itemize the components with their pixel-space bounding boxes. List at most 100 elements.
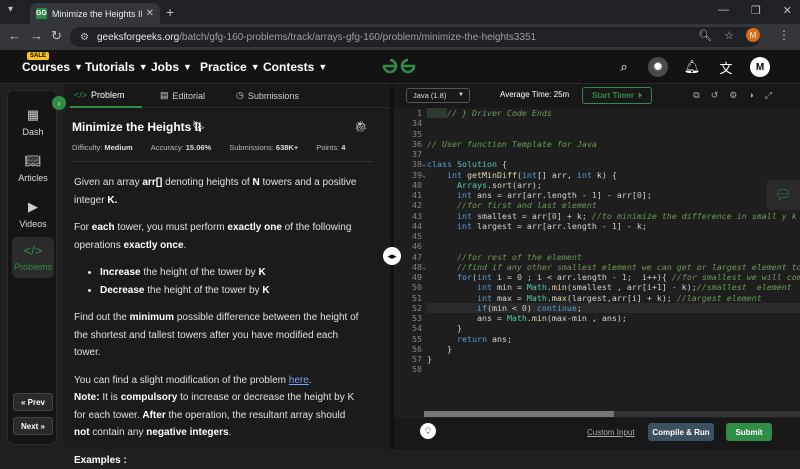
site-navbar: SALE Courses▼ Tutorials▼ Jobs▼ Practice▼… (0, 50, 800, 84)
notification-bell-icon[interactable]: 🔔︎ (682, 57, 702, 77)
chevron-down-icon: ▼ (251, 62, 260, 72)
browser-menu-icon[interactable]: ⋮ (778, 28, 790, 42)
lightbulb-icon[interactable]: 💡︎ (420, 423, 436, 439)
chevron-down-icon: ▼ (139, 62, 148, 72)
line-number: 39 (394, 170, 422, 180)
custom-input-link[interactable]: Custom Input (587, 428, 635, 437)
difficulty: Difficulty: Medium (72, 143, 133, 152)
gfg-favicon-icon: GG (36, 8, 47, 19)
rail-item-dash[interactable]: ▦ Dash (8, 107, 58, 137)
nav-jobs-label: Jobs (151, 60, 179, 74)
rail-label: Dash (22, 127, 43, 137)
start-timer-button[interactable]: Start Timer⏵ (582, 87, 652, 104)
line-number: 41 (394, 190, 422, 200)
user-avatar[interactable]: M (750, 57, 770, 77)
address-row: ← → ↻ ⚙ geeksforgeeks.org/batch/gfg-160-… (0, 24, 800, 50)
close-tab-icon[interactable]: ✕ (146, 8, 154, 19)
paragraph: You can find a slight modification of th… (74, 372, 360, 390)
operations-list: Increase the height of the tower by K De… (100, 264, 360, 299)
problem-title: Minimize the Heights II (72, 120, 201, 134)
url-host: geeksforgeeks.org (97, 32, 179, 43)
code-lines: // } Driver Code Ends // User function T… (427, 108, 800, 375)
tab-search-icon[interactable]: ▾ (8, 4, 13, 15)
code-icon: </> (74, 90, 87, 100)
next-button[interactable]: Next » (13, 417, 53, 435)
rail-item-videos[interactable]: ▶Videos (8, 199, 58, 229)
theme-toggle-icon[interactable]: ✹ (648, 57, 668, 77)
left-rail: ▦ Dash 📖︎Articles ▶Videos </>Problems « P… (7, 90, 57, 445)
copy-icon[interactable]: ⧉ (693, 90, 699, 101)
tab-submissions[interactable]: ◷Submissions (236, 90, 299, 101)
rail-item-problems[interactable]: </>Problems (12, 237, 54, 278)
minimize-icon[interactable]: — (718, 4, 729, 17)
reset-icon[interactable]: ↺ (711, 90, 719, 101)
nav-tutorials[interactable]: Tutorials ▼ (85, 60, 148, 74)
back-icon[interactable]: ← (8, 28, 21, 43)
language-select[interactable]: Java (1.8)▼ (406, 88, 470, 103)
resize-handle-icon[interactable]: ◂▸ (383, 247, 401, 265)
gfg-logo[interactable] (380, 56, 418, 76)
divider (72, 161, 372, 162)
line-number: 35 (394, 129, 422, 139)
examples-heading: Examples : (74, 452, 360, 469)
line-numbers: 1343536373839404142434445464748495051525… (394, 108, 422, 375)
nav-jobs[interactable]: Jobs▼ (151, 60, 192, 74)
accuracy: Accuracy: 15.06% (151, 143, 211, 152)
line-number: 51 (394, 293, 422, 303)
address-bar[interactable]: ⚙ geeksforgeeks.org/batch/gfg-160-proble… (70, 27, 760, 47)
navbar-actions: ⌕ ✹ 🔔︎ 文 M (614, 57, 770, 77)
profile-icon[interactable]: M (746, 28, 760, 42)
line-number: 42 (394, 200, 422, 210)
rail-item-articles[interactable]: 📖︎Articles (8, 153, 58, 183)
code-area[interactable]: 1343536373839404142434445464748495051525… (394, 108, 800, 408)
nav-courses[interactable]: Courses▼ (22, 60, 83, 74)
bookmark-icon[interactable]: 🔖︎ (192, 120, 206, 133)
paragraph: Find out the minimum possible difference… (74, 309, 360, 362)
line-number: 45 (394, 231, 422, 241)
zoom-icon[interactable]: 🔍︎ (698, 29, 712, 42)
nav-practice[interactable]: Practice ▼ (200, 60, 260, 74)
window-controls: — ❐ ✕ (718, 4, 792, 17)
nav-tutorials-label: Tutorials (85, 60, 135, 74)
site-info-icon[interactable]: ⚙ (80, 32, 89, 43)
problem-panel: </>Problem ▤ Editorial ◷Submissions Minim… (64, 84, 390, 449)
new-tab-icon[interactable]: + (166, 4, 174, 20)
restore-icon[interactable]: ❐ (751, 4, 761, 17)
close-window-icon[interactable]: ✕ (783, 4, 792, 17)
forward-icon[interactable]: → (30, 28, 43, 43)
line-number: 1 (394, 108, 422, 118)
expand-rail-icon[interactable]: › (52, 96, 66, 110)
tab-label: Editorial (173, 91, 206, 101)
compile-run-button[interactable]: Compile & Run (648, 423, 714, 441)
dashboard-icon: ▦ (8, 107, 58, 123)
rail-label: Videos (19, 219, 46, 229)
here-link[interactable]: here (289, 375, 309, 386)
line-number: 53 (394, 313, 422, 323)
horizontal-scrollbar[interactable] (424, 411, 800, 417)
scrollbar-thumb[interactable] (424, 411, 614, 417)
reload-icon[interactable]: ↻ (51, 28, 62, 44)
list-item: Decrease the height of the tower by K (100, 282, 360, 300)
browser-tab[interactable]: GG Minimize the Heights II | Practice ✕ (30, 3, 160, 24)
search-icon[interactable]: ⌕ (614, 57, 634, 77)
line-number: 56 (394, 344, 422, 354)
nav-contests[interactable]: Contests▼ (263, 60, 327, 74)
line-number: 57 (394, 354, 422, 364)
theme-icon[interactable]: ◑ (748, 90, 753, 101)
settings-icon[interactable]: ⚙ (729, 90, 737, 101)
nav-contests-label: Contests (263, 60, 314, 74)
fullscreen-icon[interactable]: ⤢ (765, 90, 772, 101)
line-number: 55 (394, 334, 422, 344)
bug-report-icon[interactable]: 🐞︎ (354, 120, 368, 133)
tab-problem[interactable]: </>Problem (74, 90, 125, 100)
nav-practice-label: Practice (200, 60, 247, 74)
bookmark-star-icon[interactable]: ☆ (724, 29, 734, 42)
rail-label: Problems (14, 262, 52, 272)
editorial-icon: ▤ (160, 90, 169, 101)
submit-button[interactable]: Submit (726, 423, 772, 441)
translate-icon[interactable]: 文 (716, 57, 736, 77)
chat-icon[interactable]: 💬︎ (766, 180, 800, 210)
language-value: Java (1.8) (413, 91, 446, 100)
prev-button[interactable]: « Prev (13, 393, 53, 411)
tab-editorial[interactable]: ▤ Editorial (160, 90, 205, 101)
